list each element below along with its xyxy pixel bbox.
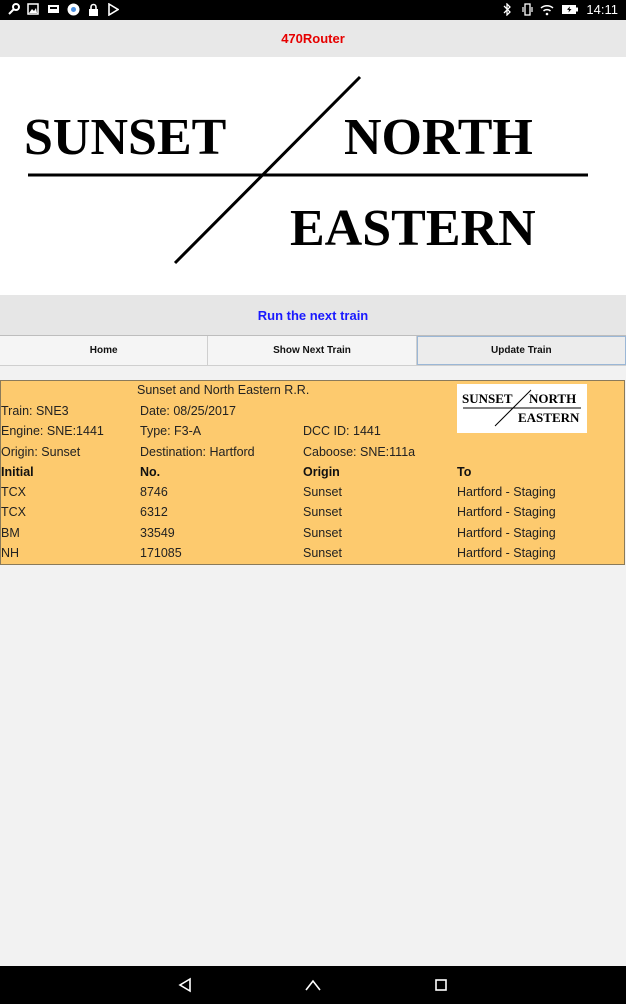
mini-logo-sunset: SUNSET [462, 391, 513, 406]
car-origin: Sunset [303, 526, 342, 540]
tray-icon [46, 2, 60, 16]
app-bar: 470Router [0, 20, 626, 57]
battery-icon [560, 3, 580, 17]
car-initial: TCX [1, 505, 26, 519]
train-engine: Engine: SNE:1441 [1, 424, 104, 438]
car-destination: Hartford - Staging [457, 546, 556, 560]
chrome-icon [66, 2, 80, 16]
vibrate-icon [520, 3, 534, 17]
status-bar: 14:11 [0, 0, 626, 20]
back-icon[interactable] [175, 975, 195, 995]
mini-logo: SUNSET NORTH EASTERN [457, 384, 587, 433]
car-destination: Hartford - Staging [457, 485, 556, 499]
train-caboose: Caboose: SNE:111a [303, 445, 416, 459]
update-train-button[interactable]: Update Train [416, 336, 626, 365]
car-origin: Sunset [303, 546, 342, 560]
bluetooth-icon [500, 3, 514, 17]
home-icon[interactable] [303, 975, 323, 995]
train-dcc-id: DCC ID: 1441 [303, 424, 381, 438]
wifi-icon [540, 3, 554, 17]
railroad-name: Sunset and North Eastern R.R. [137, 383, 310, 397]
run-next-train-label: Run the next train [257, 307, 369, 323]
car-initial: TCX [1, 485, 26, 499]
image-icon [26, 2, 40, 16]
system-nav-bar [0, 966, 626, 1004]
logo-text-north: NORTH [344, 109, 533, 166]
car-destination: Hartford - Staging [457, 526, 556, 540]
logo-text-eastern: EASTERN [290, 200, 536, 257]
car-number: 6312 [140, 505, 168, 519]
train-type: Type: F3-A [140, 424, 202, 438]
logo-text-sunset: SUNSET [24, 109, 226, 166]
clock: 14:11 [586, 2, 618, 17]
col-header-initial: Initial [1, 465, 34, 479]
car-origin: Sunset [303, 485, 342, 499]
car-number: 171085 [140, 546, 182, 560]
mini-logo-north: NORTH [529, 391, 576, 406]
run-next-train-link[interactable]: Run the next train [0, 295, 626, 336]
car-origin: Sunset [303, 505, 342, 519]
show-next-train-button[interactable]: Show Next Train [208, 336, 417, 365]
nav-bar: Home Show Next Train Update Train [0, 336, 626, 366]
col-header-to: To [457, 465, 472, 479]
car-initial: NH [1, 546, 20, 560]
col-header-origin: Origin [303, 465, 340, 479]
car-number: 33549 [140, 526, 175, 540]
app-title: 470Router [281, 31, 345, 46]
train-id: Train: SNE3 [1, 404, 69, 418]
wrench-icon [6, 2, 20, 16]
banner-logo: SUNSET NORTH EASTERN [0, 57, 626, 295]
mini-logo-eastern: EASTERN [518, 410, 580, 425]
train-date: Date: 08/25/2017 [140, 404, 236, 418]
home-button[interactable]: Home [0, 336, 209, 365]
car-initial: BM [1, 526, 20, 540]
col-header-number: No. [140, 465, 161, 479]
car-destination: Hartford - Staging [457, 505, 556, 519]
play-store-icon [106, 2, 120, 16]
train-card: Sunset and North Eastern R.R. SUNSET NOR… [0, 380, 625, 565]
lock-icon [86, 2, 100, 16]
train-destination: Destination: Hartford [140, 445, 255, 459]
car-number: 8746 [140, 485, 168, 499]
train-origin: Origin: Sunset [1, 445, 81, 459]
recents-icon[interactable] [431, 975, 451, 995]
